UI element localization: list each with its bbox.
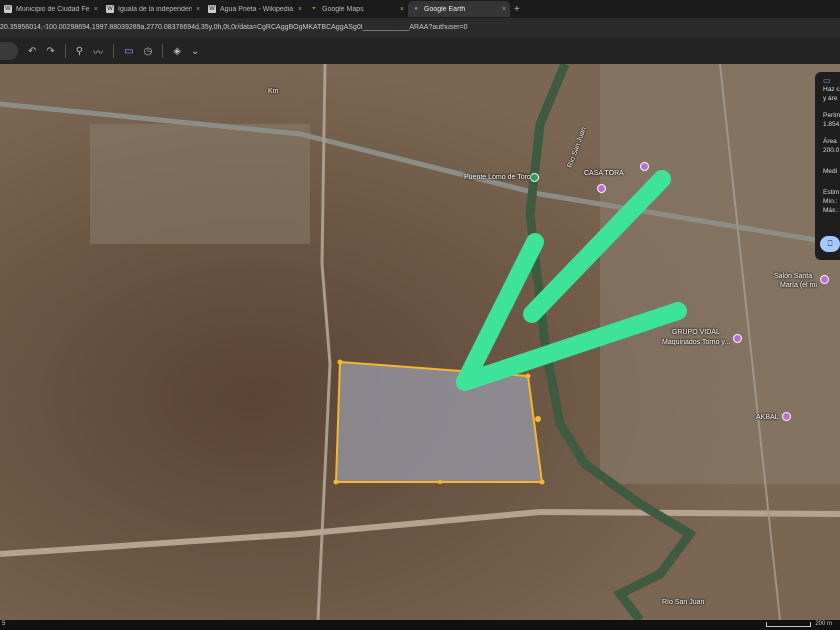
label-grupo-vidal[interactable]: GRUPO VIDAL: [672, 329, 720, 336]
new-tab-button[interactable]: +: [514, 4, 520, 15]
search-pill[interactable]: [0, 42, 18, 60]
label-rio-2: Río San Juan: [662, 599, 705, 606]
label-salon[interactable]: Salón Santa: [774, 273, 812, 280]
close-icon[interactable]: ×: [94, 6, 98, 13]
label-puente[interactable]: Puente Lomo de Toro: [464, 174, 531, 181]
scale-bar: 200 m: [766, 621, 832, 627]
save-bookmark-button[interactable]: ⎕: [820, 236, 840, 252]
close-icon[interactable]: ×: [502, 6, 506, 13]
divider: [162, 44, 164, 58]
poi-icon[interactable]: [640, 162, 649, 171]
path-icon[interactable]: 〰: [93, 44, 103, 59]
close-icon[interactable]: ×: [400, 6, 404, 13]
label-grupo-vidal-2[interactable]: Maquinados Torno y...: [662, 339, 730, 346]
label-road: Km: [268, 88, 279, 95]
chevron-down-icon[interactable]: ⌄: [191, 46, 199, 57]
history-icon[interactable]: ◷: [144, 46, 153, 57]
measure-panel: ▭ Haz c y áre Perím 1.854, Área 200.0 Me…: [815, 72, 840, 260]
tab-label: Google Earth: [424, 5, 466, 13]
panel-hint: Haz c: [823, 86, 840, 93]
status-bar: 5 200 m: [0, 620, 840, 630]
estimate-label: Estim: [823, 189, 840, 196]
divider: [64, 44, 66, 58]
perimeter-label: Perím: [823, 112, 840, 119]
address-bar[interactable]: 20.35956014,-100.00298694,1997.88039289a…: [0, 18, 840, 38]
poi-icon[interactable]: [820, 275, 829, 284]
earth-icon: ●: [414, 6, 418, 12]
tab-label: Agua Prieta - Wikipedia, la enc: [220, 5, 294, 13]
undo-icon[interactable]: ↶: [28, 46, 36, 57]
tab-1[interactable]: W Iguala de la independencia - ×: [102, 1, 204, 17]
toolbar: ↶ ↷ ⚲ 〰 ▭ ◷ ◈ ⌄: [0, 38, 840, 64]
placemark-icon[interactable]: ⚲: [76, 46, 83, 57]
wikipedia-icon: W: [4, 5, 12, 13]
panel-hint-2: y áre: [823, 95, 838, 102]
measure-icon[interactable]: ▭: [124, 46, 133, 57]
max-value: Máx.:: [823, 207, 839, 214]
area-label: Área: [823, 138, 837, 145]
label-akbal[interactable]: AKBAL: [756, 414, 779, 421]
status-left: 5: [2, 621, 6, 627]
close-icon[interactable]: ×: [298, 6, 302, 13]
tab-3[interactable]: ⌖ Google Maps ×: [306, 1, 408, 17]
poi-icon[interactable]: [597, 184, 606, 193]
tab-4[interactable]: ● Google Earth ×: [408, 1, 510, 17]
ruler-icon: ▭: [823, 76, 831, 85]
measure-label: Medi: [823, 168, 838, 175]
url-text: 20.35956014,-100.00298694,1997.88039289a…: [0, 24, 468, 31]
wikipedia-icon: W: [208, 5, 216, 13]
close-icon[interactable]: ×: [196, 6, 200, 13]
wikipedia-icon: W: [106, 5, 114, 13]
scale-label: 200 m: [815, 621, 832, 627]
redo-icon[interactable]: ↷: [46, 46, 54, 57]
tab-2[interactable]: W Agua Prieta - Wikipedia, la enc ×: [204, 1, 306, 17]
bridge-poi-icon[interactable]: [530, 173, 539, 182]
layers-icon[interactable]: ◈: [173, 46, 181, 57]
poi-icon[interactable]: [782, 412, 791, 421]
area-value: 200.0: [823, 147, 840, 154]
min-value: Mín.:: [823, 198, 838, 205]
tab-label: Municipio de Ciudad Fernández: [16, 5, 90, 13]
scale-line: [766, 621, 812, 627]
tab-label: Iguala de la independencia -: [118, 5, 192, 13]
label-salon-2[interactable]: María (el mi: [780, 282, 817, 289]
measured-polygon[interactable]: [334, 360, 544, 483]
tab-0[interactable]: W Municipio de Ciudad Fernández ×: [0, 1, 102, 17]
divider: [113, 44, 115, 58]
subdivision: [90, 124, 310, 244]
tab-label: Google Maps: [322, 5, 364, 13]
perimeter-value: 1.854,: [823, 121, 840, 128]
satellite-map[interactable]: Puente Lomo de Toro CASA TORA Río San Ju…: [0, 64, 840, 620]
tab-bar: W Municipio de Ciudad Fernández × W Iguala …: [0, 0, 840, 18]
maps-pin-icon: ⌖: [312, 6, 316, 12]
label-casa-tora[interactable]: CASA TORA: [584, 170, 624, 177]
poi-icon[interactable]: [733, 334, 742, 343]
